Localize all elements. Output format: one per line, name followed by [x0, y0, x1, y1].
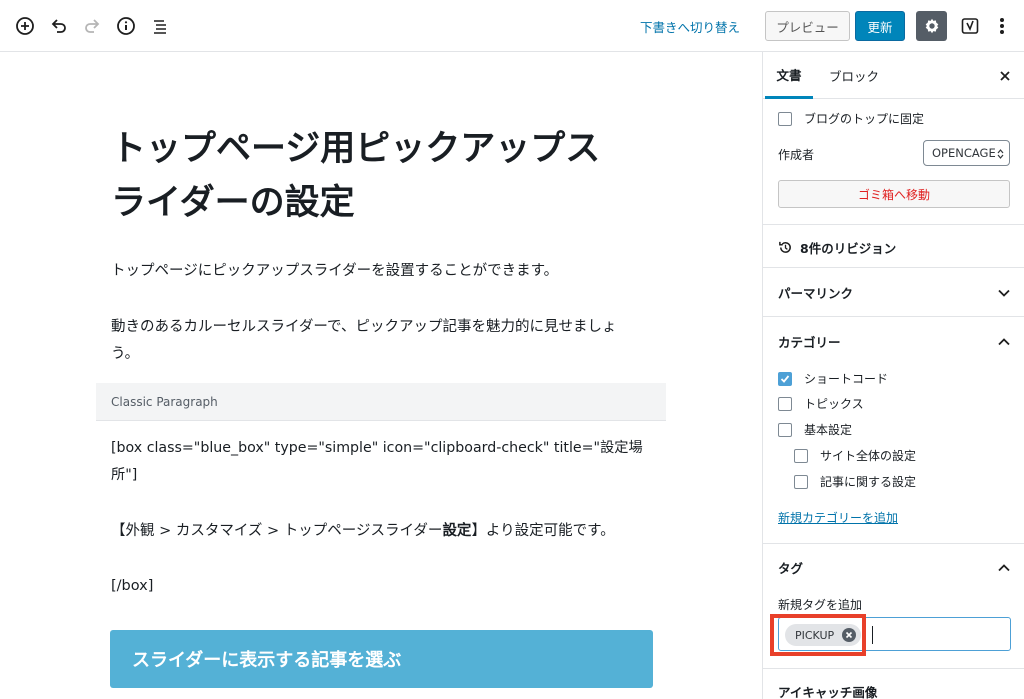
shortcode-line: [box class="blue_box" type="simple" icon… [111, 440, 643, 456]
shortcode-close[interactable]: [/box] [111, 573, 651, 600]
more-vertical-icon[interactable] [990, 14, 1014, 38]
panel-toggle-permalink[interactable]: パーマリンク [778, 283, 1010, 302]
update-button[interactable]: 更新 [855, 11, 905, 41]
checkbox[interactable] [794, 448, 808, 463]
paragraph-line: う。 [111, 346, 140, 362]
category-label: 基本設定 [804, 423, 853, 437]
paragraph-block[interactable]: 動きのあるカルーセルスライダーで、ピックアップ記事を魅力的に見せましょ う。 [111, 314, 651, 368]
undo-icon[interactable] [47, 14, 71, 38]
list-icon[interactable] [148, 14, 172, 38]
preview-button[interactable]: プレビュー [765, 11, 850, 41]
classic-body-text[interactable]: 【外観 > カスタマイズ > トップページスライダー設定】より設定可能です。 [111, 518, 651, 545]
checkbox[interactable] [778, 111, 792, 126]
tab-document[interactable]: 文書 [765, 52, 813, 99]
category-item[interactable]: 基本設定 [778, 421, 852, 438]
category-label: トピックス [804, 397, 864, 411]
category-label: サイト全体の設定 [820, 449, 917, 463]
post-title[interactable]: トップページ用ピックアップス ライダーの設定 [111, 122, 651, 230]
sidebar-tabs: 文書 ブロック [763, 52, 1024, 99]
redo-icon[interactable] [80, 14, 104, 38]
revisions-link[interactable]: 8件のリビジョン [778, 238, 1010, 257]
chevron-down-icon [998, 289, 1010, 297]
plus-circle-icon[interactable] [13, 14, 37, 38]
sticky-checkbox-row[interactable]: ブログのトップに固定 [778, 110, 924, 127]
author-value: OPENCAGE [932, 146, 996, 160]
add-tag-label: 新規タグを追加 [778, 598, 863, 612]
info-icon[interactable] [114, 14, 138, 38]
select-arrows-icon [997, 149, 1004, 159]
panel-toggle-categories[interactable]: カテゴリー [778, 332, 1010, 351]
sticky-label: ブログのトップに固定 [804, 112, 925, 126]
post-title-line: トップページ用ピックアップス [111, 129, 601, 169]
chevron-up-icon [998, 563, 1010, 571]
divider [763, 543, 1024, 544]
category-item[interactable]: ショートコード [778, 370, 888, 387]
slider-select-button[interactable]: スライダーに表示する記事を選ぶ [110, 630, 653, 688]
gear-icon [925, 18, 938, 34]
checkbox-checked[interactable] [778, 371, 792, 386]
category-item[interactable]: サイト全体の設定 [794, 447, 916, 464]
post-title-line: ライダーの設定 [111, 183, 355, 223]
editor-canvas: トップページ用ピックアップス ライダーの設定 トップページにピックアップスライダ… [0, 52, 762, 699]
history-icon [779, 241, 791, 253]
highlight-box [770, 614, 866, 656]
tab-block[interactable]: ブロック [829, 52, 879, 99]
paragraph-block[interactable]: トップページにピックアップスライダーを設置することができます。 [111, 258, 651, 285]
category-label: ショートコード [804, 372, 889, 386]
yoast-icon[interactable] [957, 13, 983, 39]
move-to-trash-button[interactable]: ゴミ箱へ移動 [778, 180, 1010, 208]
settings-sidebar: 文書 ブロック ブログのトップに固定 作成者 OPENCAGE ゴミ箱へ移動 8… [762, 52, 1024, 699]
add-category-link[interactable]: 新規カテゴリーを追加 [778, 509, 898, 526]
paragraph-line: 動きのあるカルーセルスライダーで、ピックアップ記事を魅力的に見せましょ [111, 319, 617, 335]
revisions-label: 8件のリビジョン [800, 241, 897, 256]
shortcode-line: 所"] [111, 467, 138, 483]
permalink-heading: パーマリンク [778, 286, 854, 301]
author-select[interactable]: OPENCAGE [923, 140, 1010, 166]
settings-button[interactable] [916, 11, 947, 41]
checkbox[interactable] [778, 422, 792, 437]
close-icon[interactable] [995, 66, 1015, 86]
divider [763, 224, 1024, 225]
classic-paragraph-content[interactable]: [box class="blue_box" type="simple" icon… [111, 435, 651, 489]
divider [763, 267, 1024, 268]
text-caret [872, 626, 873, 644]
categories-heading: カテゴリー [778, 335, 841, 350]
panel-toggle-tags[interactable]: タグ [778, 558, 1010, 577]
body-text-bold: 設定 [442, 523, 472, 539]
tags-heading: タグ [778, 561, 804, 576]
checkbox[interactable] [778, 396, 792, 411]
featured-image-heading: アイキャッチ画像 [778, 685, 878, 699]
classic-paragraph-toolbar[interactable]: Classic Paragraph [96, 383, 666, 421]
divider [763, 316, 1024, 317]
panel-toggle-featured-image[interactable]: アイキャッチ画像 [778, 682, 1010, 699]
category-label: 記事に関する設定 [820, 475, 917, 489]
body-text-suffix: 】より設定可能です。 [471, 523, 615, 539]
chevron-up-icon [998, 337, 1010, 345]
body-text-prefix: 【外観 > カスタマイズ > トップページスライダー [111, 523, 443, 539]
category-item[interactable]: 記事に関する設定 [794, 473, 916, 490]
category-item[interactable]: トピックス [778, 395, 864, 412]
divider [763, 668, 1024, 669]
checkmark-icon [780, 374, 790, 383]
switch-to-draft-link[interactable]: 下書きへ切り替え [640, 17, 740, 36]
author-label: 作成者 [778, 148, 815, 162]
editor-toolbar: 下書きへ切り替え プレビュー 更新 [0, 0, 1024, 52]
checkbox[interactable] [794, 474, 808, 489]
